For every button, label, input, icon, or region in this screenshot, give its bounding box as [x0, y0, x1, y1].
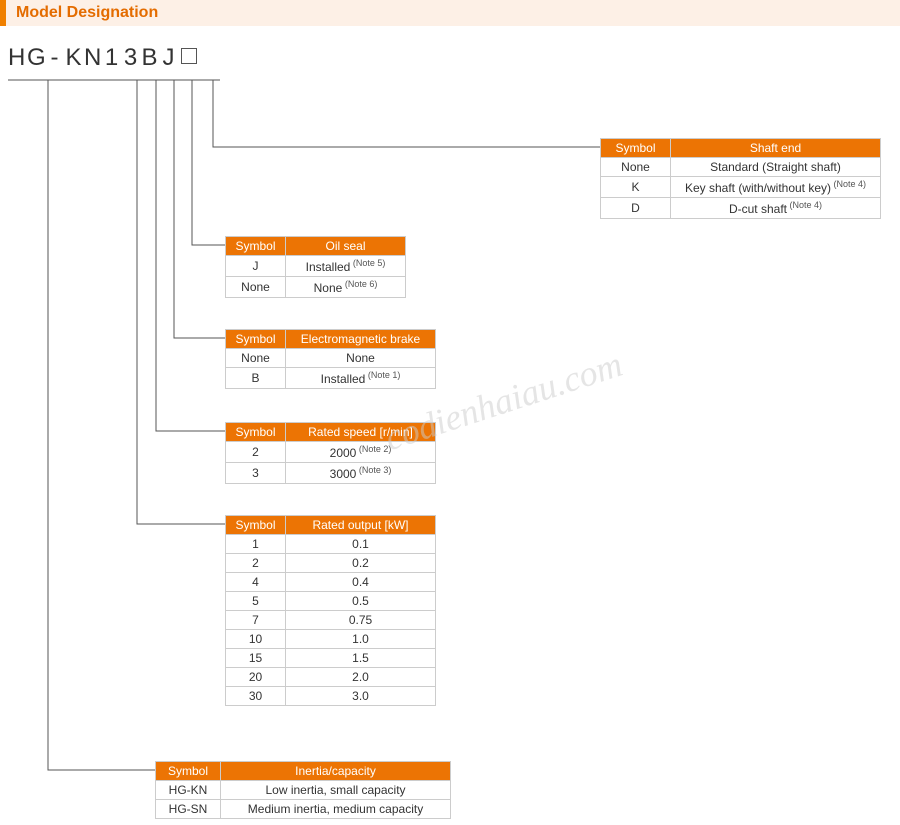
value-cell: Low inertia, small capacity	[221, 781, 451, 800]
symbol-cell: 5	[226, 592, 286, 611]
value-cell: Installed (Note 1)	[286, 368, 436, 389]
th-inertia: Inertia/capacity	[221, 762, 451, 781]
th-rated-speed: Rated speed [r/min]	[286, 423, 436, 442]
symbol-cell: 10	[226, 630, 286, 649]
model-char: -	[46, 44, 65, 72]
th-symbol: Symbol	[226, 516, 286, 535]
table-row: 22000 (Note 2)	[226, 442, 436, 463]
connector-lines	[0, 0, 900, 825]
th-symbol: Symbol	[226, 423, 286, 442]
value-cell: Medium inertia, medium capacity	[221, 800, 451, 819]
rated-output-table: Symbol Rated output [kW] 10.120.240.450.…	[225, 515, 436, 706]
symbol-cell: 2	[226, 442, 286, 463]
model-char: N	[84, 44, 103, 72]
symbol-cell: D	[601, 198, 671, 219]
symbol-cell: B	[226, 368, 286, 389]
note: (Note 5)	[350, 258, 385, 268]
value-cell: 2000 (Note 2)	[286, 442, 436, 463]
table-row: DD-cut shaft (Note 4)	[601, 198, 881, 219]
value-cell: None	[286, 349, 436, 368]
table-row: NoneNone (Note 6)	[226, 277, 406, 298]
table-row: HG-SNMedium inertia, medium capacity	[156, 800, 451, 819]
value-cell: Key shaft (with/without key) (Note 4)	[671, 177, 881, 198]
value-cell: 0.75	[286, 611, 436, 630]
model-char: 1	[103, 44, 122, 72]
model-char: G	[27, 44, 46, 72]
table-row: 303.0	[226, 687, 436, 706]
rated-speed-table: Symbol Rated speed [r/min] 22000 (Note 2…	[225, 422, 436, 484]
th-oil-seal: Oil seal	[286, 237, 406, 256]
table-row: 202.0	[226, 668, 436, 687]
value-cell: D-cut shaft (Note 4)	[671, 198, 881, 219]
table-row: 151.5	[226, 649, 436, 668]
th-symbol: Symbol	[226, 237, 286, 256]
th-brake: Electromagnetic brake	[286, 330, 436, 349]
table-row: 50.5	[226, 592, 436, 611]
symbol-cell: None	[226, 277, 286, 298]
symbol-cell: None	[226, 349, 286, 368]
symbol-cell: 3	[226, 463, 286, 484]
value-cell: Installed (Note 5)	[286, 256, 406, 277]
model-char: K	[65, 44, 84, 72]
value-cell: 3000 (Note 3)	[286, 463, 436, 484]
oil-seal-table: Symbol Oil seal JInstalled (Note 5)NoneN…	[225, 236, 406, 298]
placeholder-box-icon	[181, 48, 197, 64]
table-row: 101.0	[226, 630, 436, 649]
value-cell: None (Note 6)	[286, 277, 406, 298]
note: (Note 1)	[365, 370, 400, 380]
table-row: HG-KNLow inertia, small capacity	[156, 781, 451, 800]
model-char: H	[8, 44, 27, 72]
model-char: B	[141, 44, 160, 72]
th-symbol: Symbol	[601, 139, 671, 158]
symbol-cell: 7	[226, 611, 286, 630]
symbol-cell: 4	[226, 573, 286, 592]
th-symbol: Symbol	[226, 330, 286, 349]
table-row: 70.75	[226, 611, 436, 630]
value-cell: Standard (Straight shaft)	[671, 158, 881, 177]
note: (Note 3)	[356, 465, 391, 475]
shaft-end-table: Symbol Shaft end NoneStandard (Straight …	[600, 138, 881, 219]
section-title: Model Designation	[0, 0, 900, 26]
table-row: 20.2	[226, 554, 436, 573]
value-cell: 1.5	[286, 649, 436, 668]
value-cell: 2.0	[286, 668, 436, 687]
note: (Note 4)	[787, 200, 822, 210]
symbol-cell: K	[601, 177, 671, 198]
value-cell: 0.1	[286, 535, 436, 554]
note: (Note 2)	[356, 444, 391, 454]
table-row: JInstalled (Note 5)	[226, 256, 406, 277]
model-code: HG-KN13BJ	[0, 44, 900, 72]
model-char: J	[160, 44, 179, 72]
symbol-cell: 30	[226, 687, 286, 706]
value-cell: 1.0	[286, 630, 436, 649]
value-cell: 3.0	[286, 687, 436, 706]
table-row: 40.4	[226, 573, 436, 592]
model-char: 3	[122, 44, 141, 72]
brake-table: Symbol Electromagnetic brake NoneNoneBIn…	[225, 329, 436, 389]
th-symbol: Symbol	[156, 762, 221, 781]
table-row: 33000 (Note 3)	[226, 463, 436, 484]
symbol-cell: 1	[226, 535, 286, 554]
table-row: 10.1	[226, 535, 436, 554]
th-rated-output: Rated output [kW]	[286, 516, 436, 535]
symbol-cell: HG-SN	[156, 800, 221, 819]
symbol-cell: 2	[226, 554, 286, 573]
symbol-cell: 15	[226, 649, 286, 668]
table-row: NoneStandard (Straight shaft)	[601, 158, 881, 177]
table-row: NoneNone	[226, 349, 436, 368]
note: (Note 4)	[831, 179, 866, 189]
symbol-cell: J	[226, 256, 286, 277]
symbol-cell: None	[601, 158, 671, 177]
table-row: KKey shaft (with/without key) (Note 4)	[601, 177, 881, 198]
note: (Note 6)	[342, 279, 377, 289]
value-cell: 0.2	[286, 554, 436, 573]
inertia-table: Symbol Inertia/capacity HG-KNLow inertia…	[155, 761, 451, 819]
th-shaft-end: Shaft end	[671, 139, 881, 158]
symbol-cell: 20	[226, 668, 286, 687]
value-cell: 0.5	[286, 592, 436, 611]
value-cell: 0.4	[286, 573, 436, 592]
table-row: BInstalled (Note 1)	[226, 368, 436, 389]
symbol-cell: HG-KN	[156, 781, 221, 800]
